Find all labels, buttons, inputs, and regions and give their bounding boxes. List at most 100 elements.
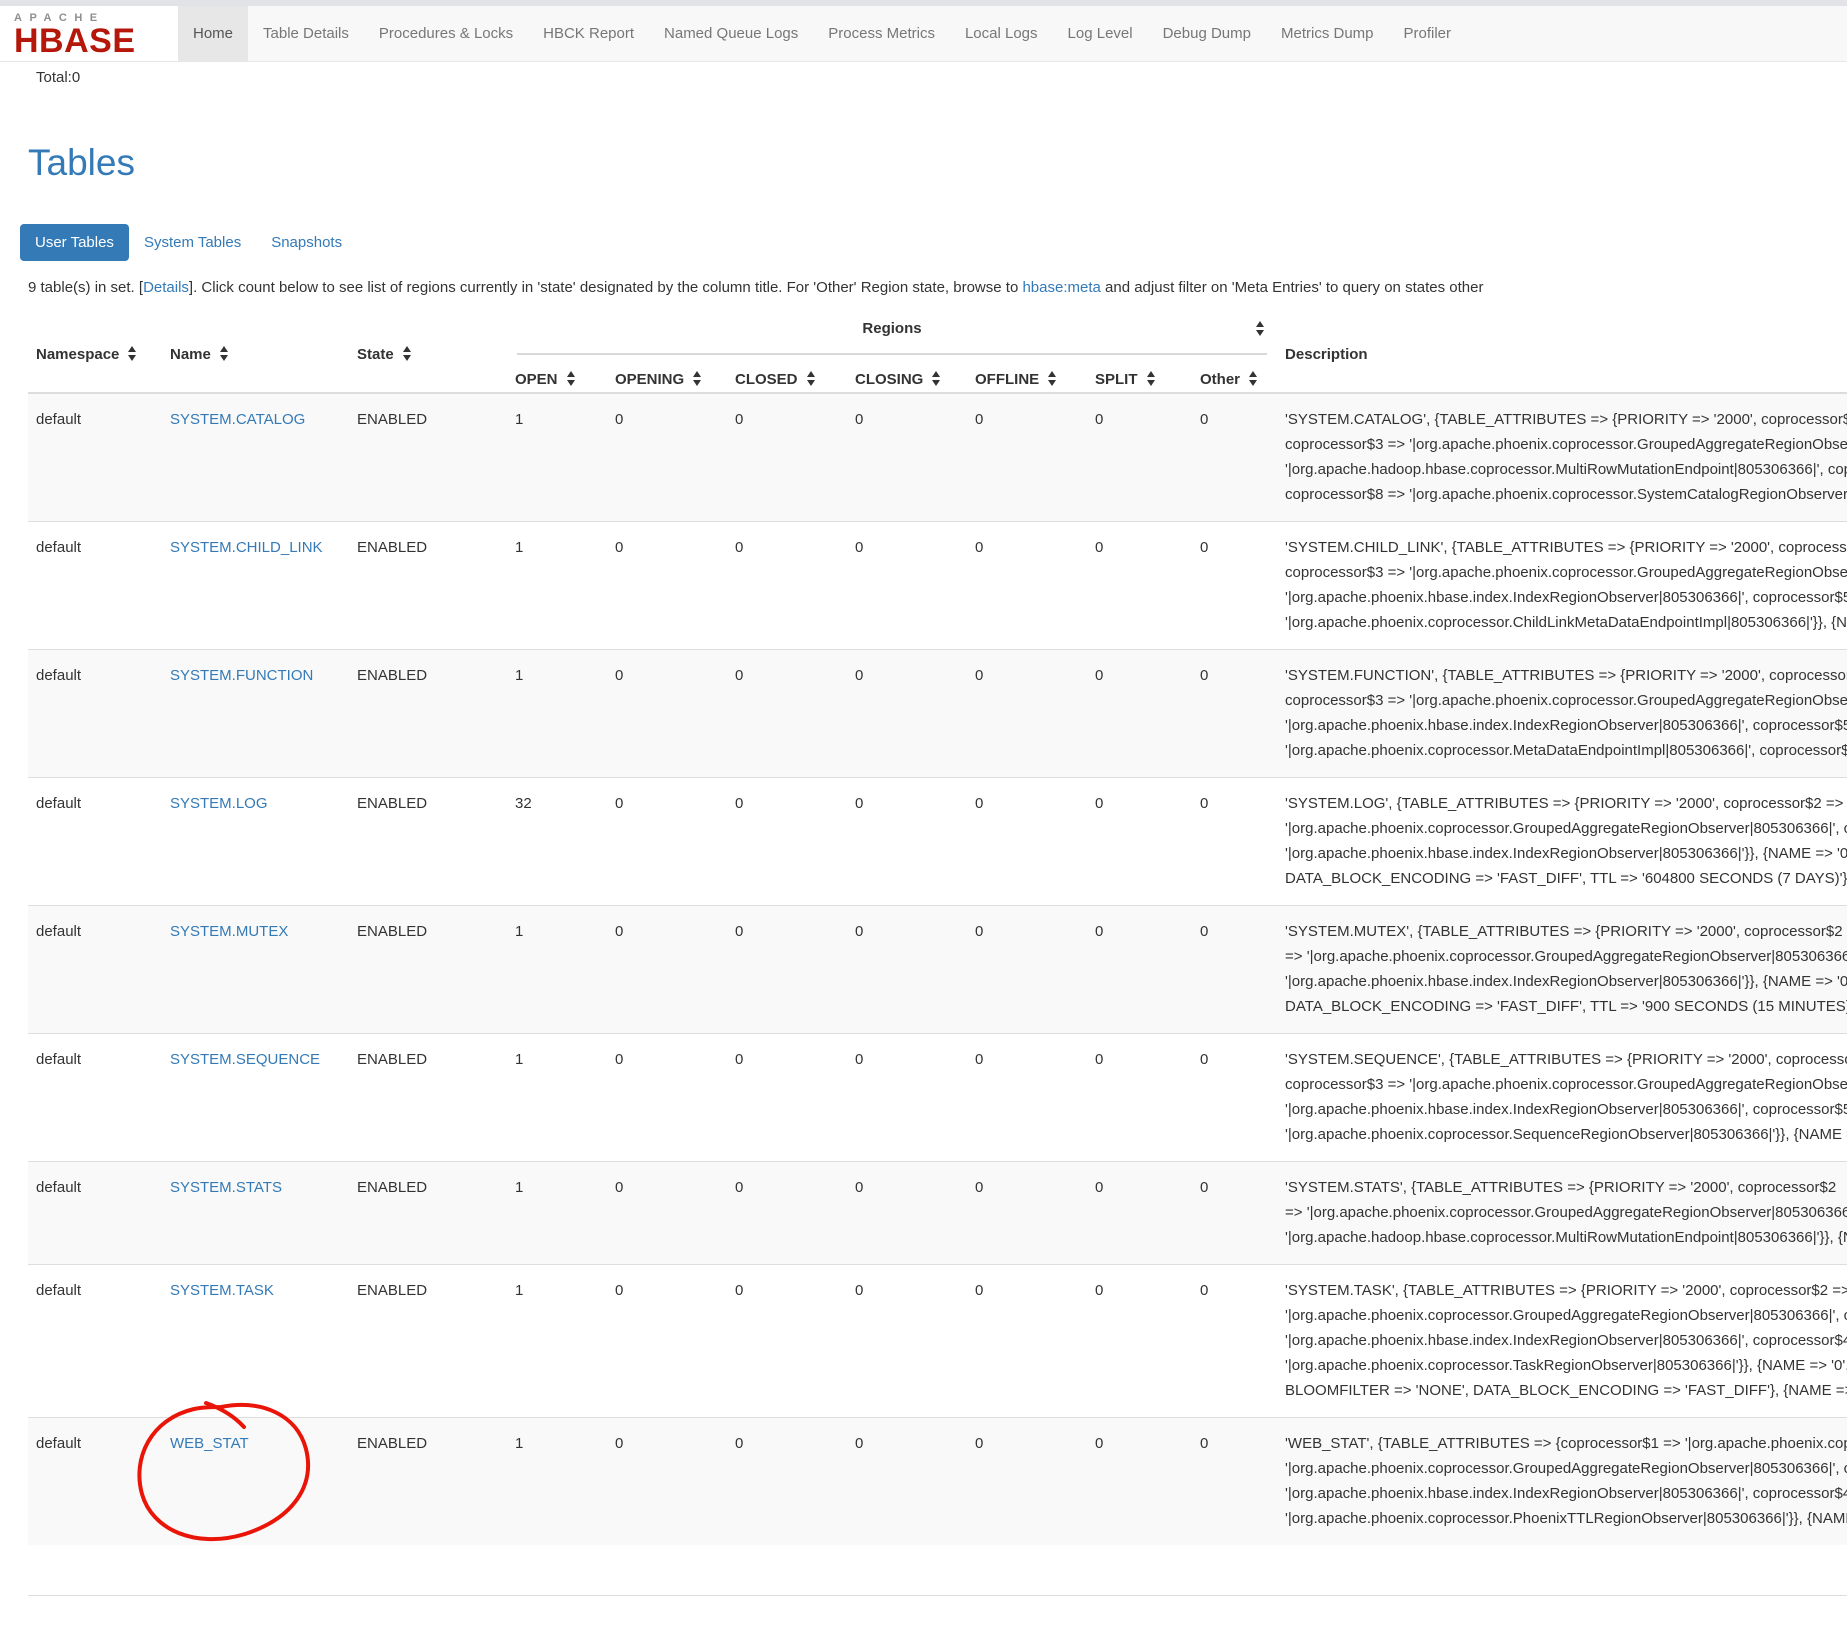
table-link-system-mutex[interactable]: SYSTEM.MUTEX bbox=[170, 923, 288, 940]
region-count-other[interactable]: 0 bbox=[1192, 906, 1277, 1034]
table-link-system-stats[interactable]: SYSTEM.STATS bbox=[170, 1179, 282, 1196]
region-count-open[interactable]: 1 bbox=[507, 393, 607, 522]
hbase-logo[interactable]: APACHE HBASE bbox=[0, 6, 178, 61]
nav-link-named-queue-logs[interactable]: Named Queue Logs bbox=[649, 6, 813, 62]
region-count-offline[interactable]: 0 bbox=[967, 522, 1087, 650]
nav-link-table-details[interactable]: Table Details bbox=[248, 6, 364, 62]
region-count-split[interactable]: 0 bbox=[1087, 650, 1192, 778]
region-count-split[interactable]: 0 bbox=[1087, 393, 1192, 522]
region-count-opening[interactable]: 0 bbox=[607, 1162, 727, 1265]
region-count-closing[interactable]: 0 bbox=[847, 1418, 967, 1546]
region-count-closed[interactable]: 0 bbox=[727, 1265, 847, 1418]
region-count-opening[interactable]: 0 bbox=[607, 778, 727, 906]
region-count-closing[interactable]: 0 bbox=[847, 1034, 967, 1162]
region-count-closing[interactable]: 0 bbox=[847, 393, 967, 522]
region-count-opening[interactable]: 0 bbox=[607, 522, 727, 650]
region-count-open[interactable]: 1 bbox=[507, 650, 607, 778]
nav-link-debug-dump[interactable]: Debug Dump bbox=[1148, 6, 1266, 62]
table-link-web-stat[interactable]: WEB_STAT bbox=[170, 1435, 249, 1452]
region-count-closed[interactable]: 0 bbox=[727, 393, 847, 522]
region-count-closing[interactable]: 0 bbox=[847, 1265, 967, 1418]
table-link-system-function[interactable]: SYSTEM.FUNCTION bbox=[170, 667, 313, 684]
region-count-opening[interactable]: 0 bbox=[607, 906, 727, 1034]
region-count-open[interactable]: 1 bbox=[507, 1034, 607, 1162]
region-count-closed[interactable]: 0 bbox=[727, 1418, 847, 1546]
sort-icon[interactable] bbox=[1048, 371, 1057, 386]
region-count-open[interactable]: 1 bbox=[507, 1162, 607, 1265]
region-count-offline[interactable]: 0 bbox=[967, 1418, 1087, 1546]
nav-link-home[interactable]: Home bbox=[178, 6, 248, 62]
region-count-opening[interactable]: 0 bbox=[607, 393, 727, 522]
tab-link-user-tables[interactable]: User Tables bbox=[20, 224, 129, 261]
sort-icon[interactable] bbox=[1256, 321, 1265, 336]
sort-icon[interactable] bbox=[220, 346, 229, 361]
sort-icon[interactable] bbox=[807, 371, 816, 386]
region-count-closed[interactable]: 0 bbox=[727, 1162, 847, 1265]
region-count-closed[interactable]: 0 bbox=[727, 1034, 847, 1162]
region-count-offline[interactable]: 0 bbox=[967, 1265, 1087, 1418]
region-count-other[interactable]: 0 bbox=[1192, 1418, 1277, 1546]
table-link-system-sequence[interactable]: SYSTEM.SEQUENCE bbox=[170, 1051, 320, 1068]
tab-link-snapshots[interactable]: Snapshots bbox=[256, 224, 357, 261]
region-count-split[interactable]: 0 bbox=[1087, 778, 1192, 906]
region-count-other[interactable]: 0 bbox=[1192, 778, 1277, 906]
region-count-closed[interactable]: 0 bbox=[727, 650, 847, 778]
region-count-opening[interactable]: 0 bbox=[607, 1034, 727, 1162]
region-count-other[interactable]: 0 bbox=[1192, 522, 1277, 650]
sort-icon[interactable] bbox=[128, 346, 137, 361]
nav-link-hbck-report[interactable]: HBCK Report bbox=[528, 6, 649, 62]
region-count-other[interactable]: 0 bbox=[1192, 1034, 1277, 1162]
region-count-opening[interactable]: 0 bbox=[607, 1265, 727, 1418]
table-link-system-child-link[interactable]: SYSTEM.CHILD_LINK bbox=[170, 539, 323, 556]
region-count-offline[interactable]: 0 bbox=[967, 393, 1087, 522]
region-count-split[interactable]: 0 bbox=[1087, 1034, 1192, 1162]
region-count-opening[interactable]: 0 bbox=[607, 1418, 727, 1546]
region-count-offline[interactable]: 0 bbox=[967, 778, 1087, 906]
region-count-offline[interactable]: 0 bbox=[967, 1162, 1087, 1265]
region-count-open[interactable]: 1 bbox=[507, 522, 607, 650]
sort-icon[interactable] bbox=[693, 371, 702, 386]
region-count-open[interactable]: 1 bbox=[507, 1265, 607, 1418]
sort-icon[interactable] bbox=[1249, 371, 1258, 386]
region-count-split[interactable]: 0 bbox=[1087, 522, 1192, 650]
tab-link-system-tables[interactable]: System Tables bbox=[129, 224, 256, 261]
region-count-offline[interactable]: 0 bbox=[967, 1034, 1087, 1162]
region-count-open[interactable]: 1 bbox=[507, 1418, 607, 1546]
region-count-other[interactable]: 0 bbox=[1192, 650, 1277, 778]
region-count-split[interactable]: 0 bbox=[1087, 1162, 1192, 1265]
region-count-closed[interactable]: 0 bbox=[727, 906, 847, 1034]
region-count-open[interactable]: 32 bbox=[507, 778, 607, 906]
region-count-offline[interactable]: 0 bbox=[967, 650, 1087, 778]
region-count-other[interactable]: 0 bbox=[1192, 1265, 1277, 1418]
nav-link-metrics-dump[interactable]: Metrics Dump bbox=[1266, 6, 1389, 62]
region-count-other[interactable]: 0 bbox=[1192, 393, 1277, 522]
table-link-system-log[interactable]: SYSTEM.LOG bbox=[170, 795, 268, 812]
nav-link-process-metrics[interactable]: Process Metrics bbox=[813, 6, 950, 62]
nav-link-local-logs[interactable]: Local Logs bbox=[950, 6, 1053, 62]
region-count-closed[interactable]: 0 bbox=[727, 522, 847, 650]
region-count-split[interactable]: 0 bbox=[1087, 906, 1192, 1034]
region-count-closed[interactable]: 0 bbox=[727, 778, 847, 906]
region-count-split[interactable]: 0 bbox=[1087, 1418, 1192, 1546]
sort-icon[interactable] bbox=[403, 346, 412, 361]
region-count-closing[interactable]: 0 bbox=[847, 650, 967, 778]
region-count-closing[interactable]: 0 bbox=[847, 778, 967, 906]
region-count-closing[interactable]: 0 bbox=[847, 1162, 967, 1265]
region-count-other[interactable]: 0 bbox=[1192, 1162, 1277, 1265]
table-link-system-catalog[interactable]: SYSTEM.CATALOG bbox=[170, 411, 305, 428]
sort-icon[interactable] bbox=[932, 371, 941, 386]
sort-icon[interactable] bbox=[1147, 371, 1156, 386]
region-count-split[interactable]: 0 bbox=[1087, 1265, 1192, 1418]
nav-link-log-level[interactable]: Log Level bbox=[1053, 6, 1148, 62]
details-link[interactable]: Details bbox=[143, 279, 189, 296]
region-count-opening[interactable]: 0 bbox=[607, 650, 727, 778]
hbase-meta-link[interactable]: hbase:meta bbox=[1022, 279, 1100, 296]
nav-link-procedures-locks[interactable]: Procedures & Locks bbox=[364, 6, 528, 62]
nav-link-profiler[interactable]: Profiler bbox=[1389, 6, 1467, 62]
region-count-closing[interactable]: 0 bbox=[847, 906, 967, 1034]
region-count-open[interactable]: 1 bbox=[507, 906, 607, 1034]
region-count-closing[interactable]: 0 bbox=[847, 522, 967, 650]
table-link-system-task[interactable]: SYSTEM.TASK bbox=[170, 1282, 274, 1299]
region-count-offline[interactable]: 0 bbox=[967, 906, 1087, 1034]
sort-icon[interactable] bbox=[567, 371, 576, 386]
